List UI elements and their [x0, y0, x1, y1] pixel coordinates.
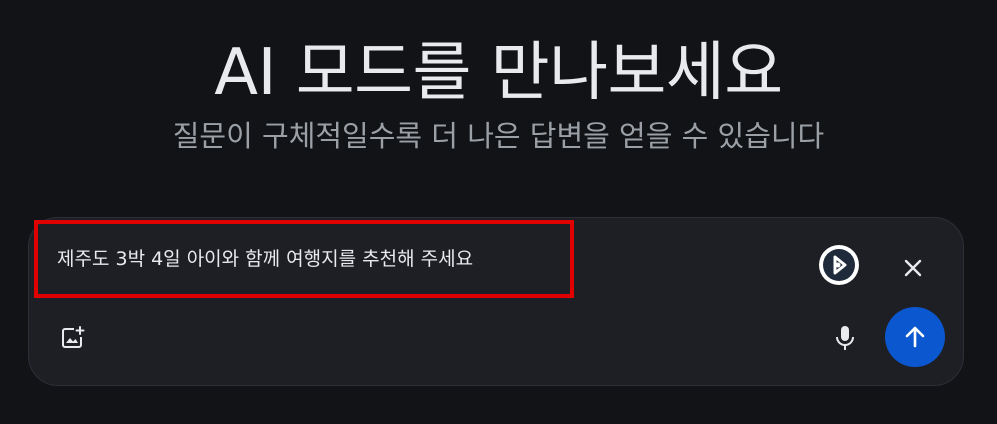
close-button[interactable]	[893, 248, 933, 288]
microphone-icon	[836, 326, 854, 350]
arrow-up-icon	[905, 326, 925, 348]
page-subtitle: 질문이 구체적일수록 더 나은 답변을 얻을 수 있습니다	[172, 119, 825, 153]
page-title: AI 모드를 만나보세요	[214, 36, 783, 110]
add-image-icon	[62, 326, 85, 348]
query-input[interactable]: 제주도 3박 4일 아이와 함께 여행지를 추천해 주세요	[57, 246, 473, 272]
extension-logo-glyph	[823, 249, 855, 281]
ai-mode-page: AI 모드를 만나보세요 질문이 구체적일수록 더 나은 답변을 얻을 수 있습…	[0, 0, 997, 424]
close-icon	[904, 259, 922, 277]
voice-input-button[interactable]	[825, 318, 865, 358]
prompt-composer: 제주도 3박 4일 아이와 함께 여행지를 추천해 주세요	[28, 217, 964, 386]
add-image-button[interactable]	[53, 318, 93, 358]
extension-logo-icon[interactable]	[819, 245, 859, 285]
send-button[interactable]	[885, 307, 945, 367]
